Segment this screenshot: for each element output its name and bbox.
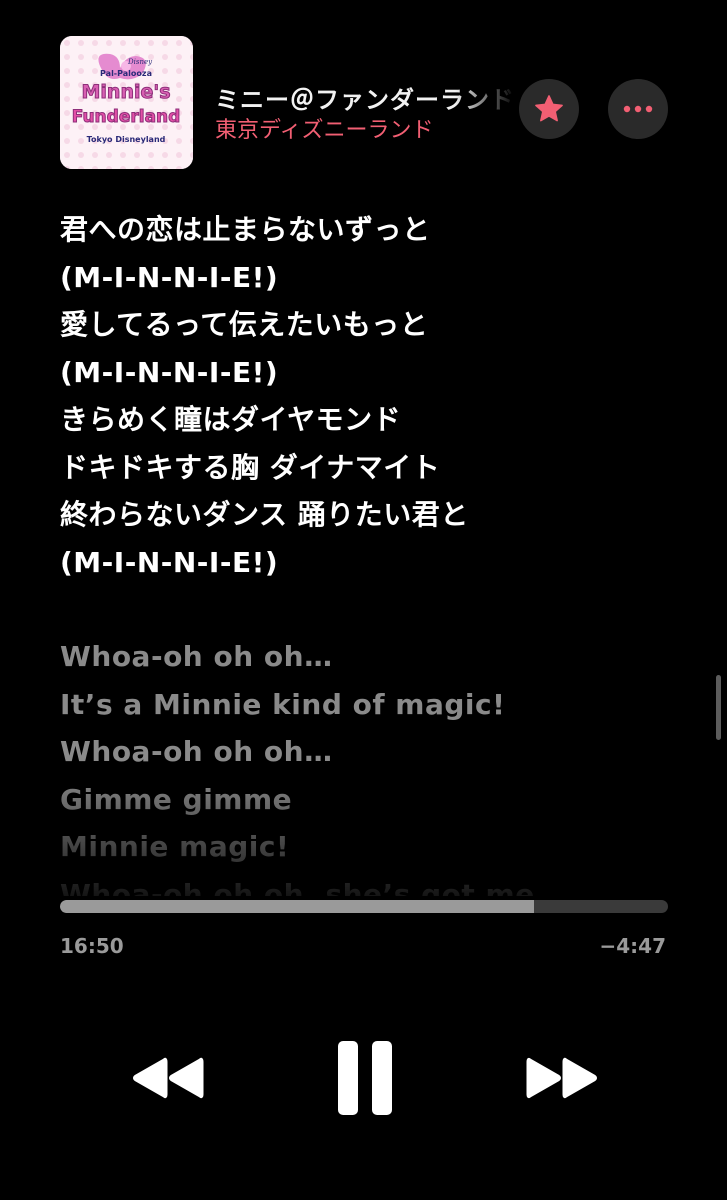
lyric-line[interactable]: Whoa-oh oh oh, she’s got me bbox=[60, 871, 700, 897]
lyric-line[interactable]: 終わらないダンス 踊りたい君と bbox=[60, 491, 700, 539]
album-artwork[interactable]: Disney Pal-Palooza Minnie's Funderland T… bbox=[60, 36, 193, 169]
previous-button[interactable] bbox=[122, 1040, 212, 1115]
fast-forward-icon bbox=[526, 1057, 597, 1098]
lyric-line[interactable]: 君への恋は止まらないずっと bbox=[60, 206, 700, 254]
lyrics-view[interactable]: 君への恋は止まらないずっと (M-I-N-N-I-E!) 愛してるって伝えたいもっと… bbox=[60, 206, 700, 896]
elapsed-time: 16:50 bbox=[60, 934, 124, 958]
lyrics-scrollbar[interactable] bbox=[716, 675, 721, 740]
more-options-button[interactable] bbox=[608, 79, 668, 139]
artwork-tokyo-disneyland-text: Tokyo Disneyland bbox=[87, 135, 166, 144]
lyric-line[interactable]: (M-I-N-N-I-E!) bbox=[60, 349, 700, 397]
lyric-spacer bbox=[60, 586, 700, 633]
lyric-line[interactable]: ドキドキする胸 ダイナマイト bbox=[60, 444, 700, 492]
lyric-line[interactable]: 愛してるって伝えたいもっと bbox=[60, 301, 700, 349]
lyric-line[interactable]: (M-I-N-N-I-E!) bbox=[60, 254, 700, 302]
star-icon bbox=[535, 95, 563, 122]
lyric-line[interactable]: It’s a Minnie kind of magic! bbox=[60, 681, 700, 729]
lyric-line[interactable]: (M-I-N-N-I-E!) bbox=[60, 539, 700, 587]
lyric-line[interactable]: Minnie magic! bbox=[60, 823, 700, 871]
rewind-icon bbox=[133, 1057, 204, 1098]
pause-icon bbox=[338, 1040, 392, 1115]
lyric-line[interactable]: きらめく瞳はダイヤモンド bbox=[60, 396, 700, 444]
lyric-line[interactable]: Gimme gimme bbox=[60, 776, 700, 824]
artwork-funderland-text: Funderland bbox=[72, 107, 181, 127]
playback-progress-fill bbox=[60, 900, 535, 913]
playback-scrubber[interactable] bbox=[60, 900, 668, 913]
lyric-line[interactable]: Whoa-oh oh oh… bbox=[60, 633, 700, 681]
artwork-disney-text: Disney bbox=[127, 58, 153, 66]
song-artist[interactable]: 東京ディズニーランド bbox=[215, 112, 433, 144]
album-artwork-image: Disney Pal-Palooza Minnie's Funderland T… bbox=[60, 36, 193, 169]
now-playing-header: Disney Pal-Palooza Minnie's Funderland T… bbox=[0, 0, 727, 200]
pause-button[interactable] bbox=[325, 1035, 405, 1120]
artwork-minnies-text: Minnie's bbox=[82, 81, 171, 103]
ellipsis-icon bbox=[623, 105, 653, 113]
remaining-time: −4:47 bbox=[599, 934, 666, 958]
lyric-line[interactable]: Whoa-oh oh oh… bbox=[60, 728, 700, 776]
next-button[interactable] bbox=[518, 1040, 608, 1115]
favorite-button[interactable] bbox=[519, 79, 579, 139]
artwork-palpalooza-text: Pal-Palooza bbox=[100, 69, 152, 78]
song-title[interactable]: ミニー＠ファンダーランド bbox=[215, 80, 515, 115]
